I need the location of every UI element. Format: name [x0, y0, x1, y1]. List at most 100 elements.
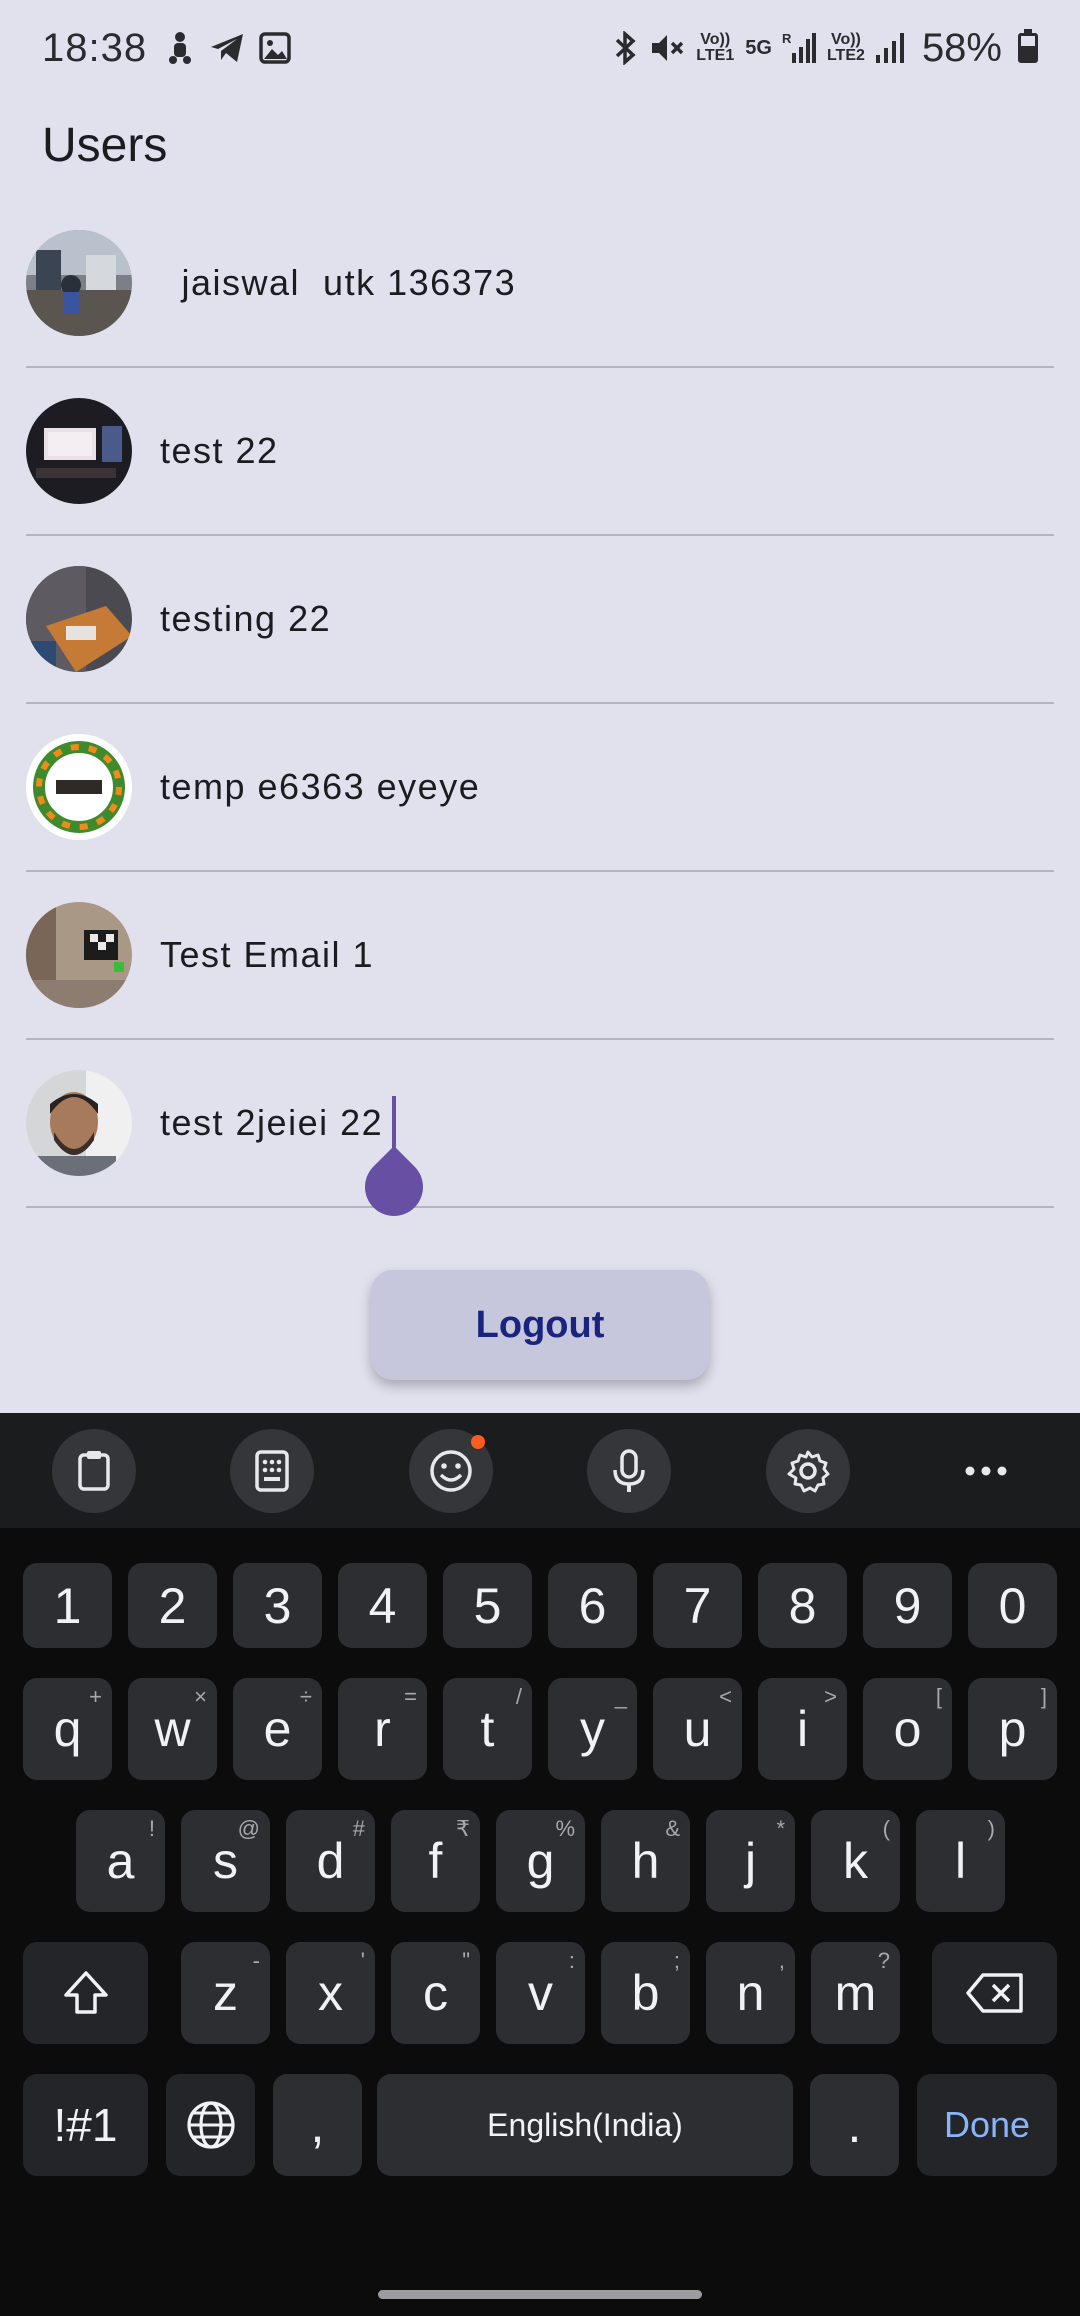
key-2[interactable]: 2 — [128, 1563, 217, 1648]
key-6[interactable]: 6 — [548, 1563, 637, 1648]
user-avatar — [26, 398, 132, 504]
page-title: Users — [42, 119, 168, 172]
key-sub-label: # — [352, 1816, 365, 1841]
cursor-handle[interactable] — [352, 1145, 436, 1229]
key-sub-label: * — [776, 1816, 785, 1841]
key-8[interactable]: 8 — [758, 1563, 847, 1648]
user-list-item[interactable]: testing 22 — [26, 536, 1054, 704]
key-r[interactable]: r = — [338, 1678, 427, 1780]
key-1[interactable]: 1 — [23, 1563, 112, 1648]
user-list-item[interactable]: temp e6363 eyeye — [26, 704, 1054, 872]
key-e[interactable]: e ÷ — [233, 1678, 322, 1780]
navigation-handle[interactable] — [378, 2290, 702, 2299]
volte2-icon: Vo)) LTE2 — [826, 31, 865, 64]
key-t[interactable]: t / — [443, 1678, 532, 1780]
shift-key[interactable] — [23, 1942, 148, 2044]
user-list-item-editing[interactable]: test 2jeiei 22 — [26, 1040, 1054, 1229]
user-avatar — [26, 1070, 132, 1176]
key-label: f — [428, 1833, 443, 1889]
key-a[interactable]: a! — [76, 1810, 165, 1912]
backspace-key[interactable] — [932, 1942, 1057, 2044]
key-g[interactable]: g% — [496, 1810, 585, 1912]
user-list-item[interactable]: test 22 — [26, 368, 1054, 536]
key-label: e — [263, 1701, 292, 1757]
user-name: temp e6363 eyeye — [160, 766, 481, 807]
key-sub-label: > — [824, 1684, 837, 1709]
key-m[interactable]: m? — [811, 1942, 900, 2044]
key-label: v — [528, 1965, 553, 2021]
user-name-input[interactable]: test 2jeiei 22 — [160, 1102, 383, 1144]
key-sub-label: ÷ — [299, 1684, 312, 1709]
key-w[interactable]: w × — [128, 1678, 217, 1780]
key-sub-label: ( — [882, 1816, 890, 1841]
key-label: t — [480, 1701, 495, 1757]
key-sub-label: ; — [673, 1948, 680, 1973]
key-3[interactable]: 3 — [233, 1563, 322, 1648]
key-sub-label: _ — [614, 1684, 627, 1709]
key-4[interactable]: 4 — [338, 1563, 427, 1648]
key-o[interactable]: o[ — [863, 1678, 952, 1780]
key-x[interactable]: x ' — [286, 1942, 375, 2044]
key-k[interactable]: k( — [811, 1810, 900, 1912]
key-label: z — [213, 1965, 238, 2021]
key-j[interactable]: j * — [706, 1810, 795, 1912]
user-name: testing 22 — [160, 598, 332, 639]
key-label: m — [834, 1965, 877, 2021]
clipboard-icon[interactable] — [52, 1428, 136, 1513]
key-sub-label: ) — [987, 1816, 995, 1841]
key-y[interactable]: y _ — [548, 1678, 637, 1780]
key-label: s — [213, 1833, 238, 1889]
signal-icon — [875, 31, 906, 65]
key-5[interactable]: 5 — [443, 1563, 532, 1648]
key-label: o — [893, 1701, 922, 1757]
key-u[interactable]: u < — [653, 1678, 742, 1780]
period-key[interactable]: . — [810, 2074, 899, 2176]
user-avatar — [26, 230, 132, 336]
key-s[interactable]: s @ — [181, 1810, 270, 1912]
key-sub-label: , — [778, 1948, 785, 1973]
key-f[interactable]: f ₹ — [391, 1810, 480, 1912]
user-list-item[interactable]: Test Email 1 — [26, 872, 1054, 1040]
logout-button[interactable]: Logout — [371, 1270, 709, 1380]
key-7[interactable]: 7 — [653, 1563, 742, 1648]
user-list-item[interactable]: jaiswal utk 136373 — [26, 200, 1054, 368]
key-q[interactable]: q + — [23, 1678, 112, 1780]
notification-icons — [165, 31, 291, 65]
key-label: d — [316, 1833, 345, 1889]
key-b[interactable]: b; — [601, 1942, 690, 2044]
key-n[interactable]: n, — [706, 1942, 795, 2044]
key-sub-label: ] — [1040, 1684, 1047, 1709]
key-0[interactable]: 0 — [968, 1563, 1057, 1648]
key-z[interactable]: z- — [181, 1942, 270, 2044]
key-c[interactable]: c " — [391, 1942, 480, 2044]
key-label: h — [631, 1833, 660, 1889]
key-i[interactable]: i > — [758, 1678, 847, 1780]
keyboard-toolbar — [0, 1413, 1080, 1528]
user-avatar — [26, 734, 132, 840]
signal-r-icon: R — [782, 31, 816, 65]
globe-icon — [186, 2101, 235, 2149]
shift-icon — [63, 1971, 108, 2014]
user-list: jaiswal utk 136373 test 22 testing 22 te… — [26, 200, 1054, 1229]
comma-key[interactable]: , — [273, 2074, 362, 2176]
key-label: w — [154, 1701, 191, 1757]
key-9[interactable]: 9 — [863, 1563, 952, 1648]
keypad-icon[interactable] — [230, 1428, 315, 1513]
mic-icon[interactable] — [587, 1428, 672, 1513]
key-sub-label: ₹ — [456, 1816, 470, 1841]
key-l[interactable]: l) — [916, 1810, 1005, 1912]
emoji-icon[interactable] — [408, 1428, 493, 1513]
language-key[interactable] — [166, 2074, 255, 2176]
battery-percent: 58% — [921, 25, 1002, 70]
more-icon[interactable] — [944, 1429, 1028, 1513]
key-v[interactable]: v: — [496, 1942, 585, 2044]
symbols-key[interactable]: !#1 — [23, 2074, 148, 2176]
key-h[interactable]: h & — [601, 1810, 690, 1912]
space-key[interactable]: English(India) — [377, 2074, 793, 2176]
settings-icon[interactable] — [765, 1428, 850, 1513]
key-d[interactable]: d # — [286, 1810, 375, 1912]
key-p[interactable]: p] — [968, 1678, 1057, 1780]
done-key[interactable]: Done — [917, 2074, 1057, 2176]
key-label: g — [526, 1833, 555, 1889]
system-icons: Vo)) LTE1 5G R Vo)) LTE2 58% — [613, 26, 1038, 71]
